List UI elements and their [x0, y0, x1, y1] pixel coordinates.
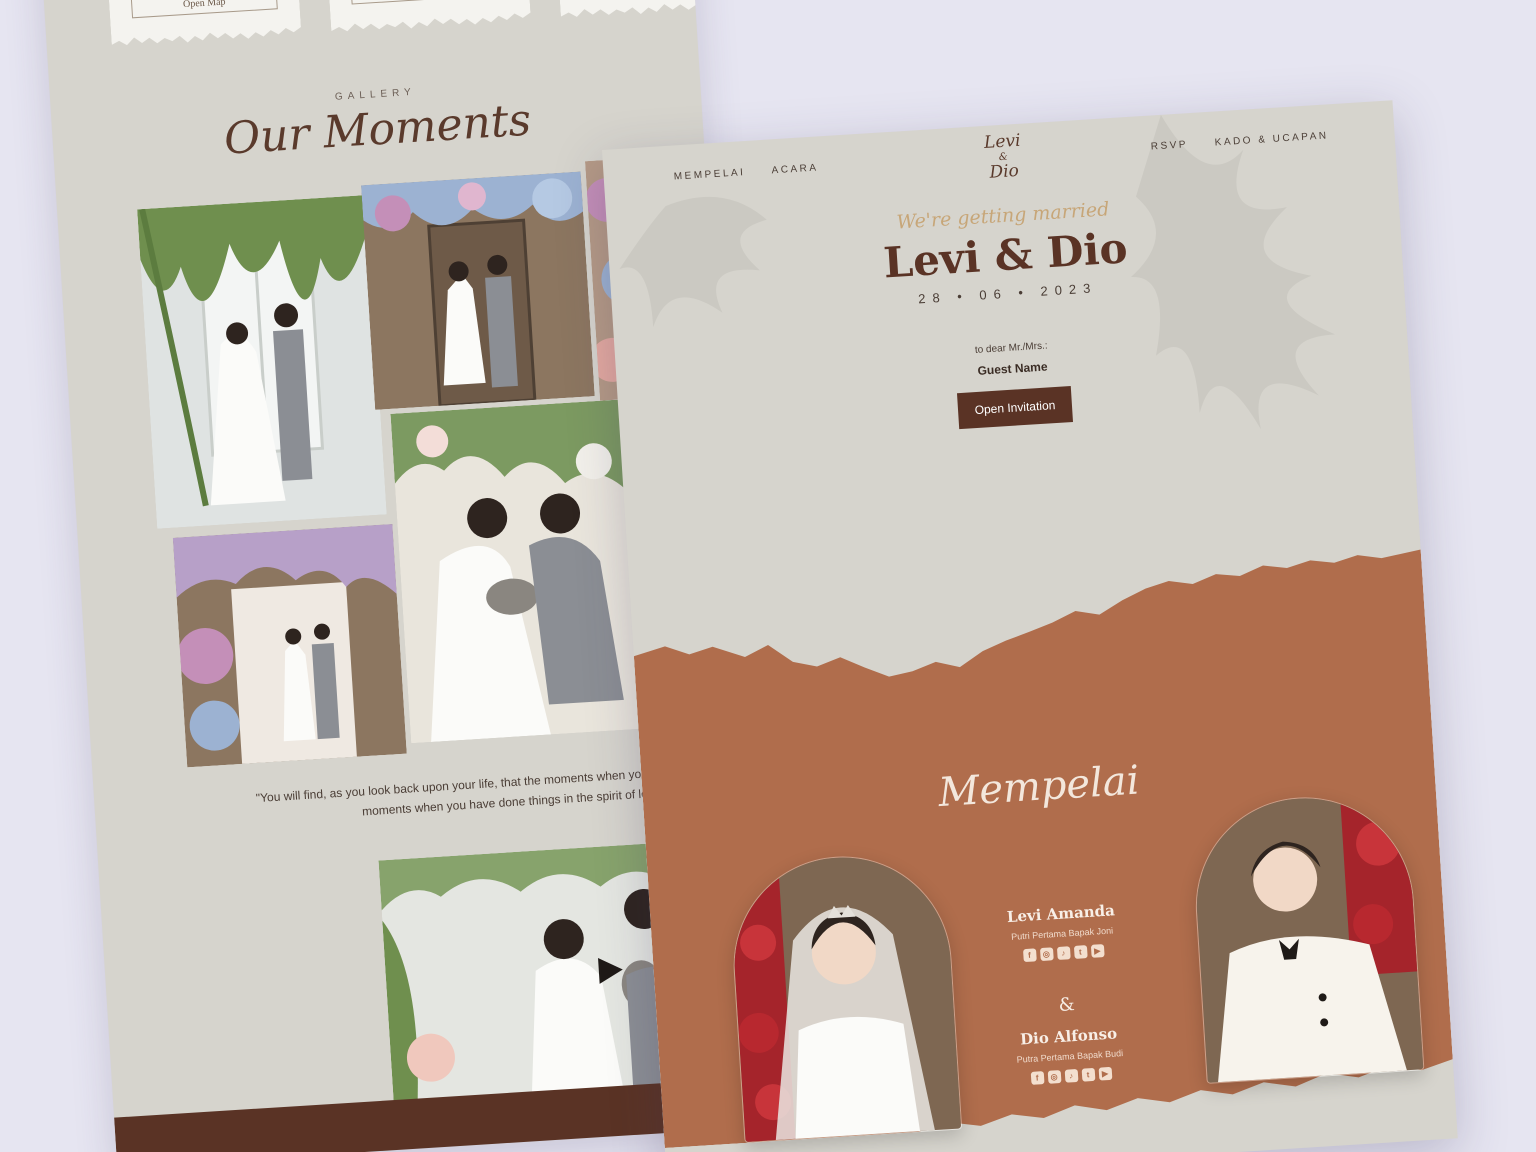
gallery-photo[interactable]	[390, 399, 641, 744]
youtube-icon[interactable]: ▶	[1098, 1066, 1112, 1081]
youtube-icon[interactable]: ▶	[1090, 944, 1105, 958]
gallery-photo[interactable]	[137, 194, 387, 529]
twitter-icon[interactable]: t	[1081, 1067, 1095, 1082]
facebook-icon[interactable]: f	[1030, 1071, 1045, 1085]
play-icon	[598, 957, 623, 984]
nav-link-rsvp[interactable]: RSVP	[1151, 139, 1189, 152]
logo[interactable]: Levi & Dio	[974, 131, 1033, 183]
facebook-icon[interactable]: f	[1022, 948, 1037, 963]
design-mockup: Open Map GALLERY Our Moments "You will f…	[0, 0, 1536, 1152]
gallery-photo[interactable]	[172, 524, 407, 768]
event-card	[324, 0, 531, 42]
play-button[interactable]	[591, 951, 629, 989]
gallery-photo[interactable]	[361, 171, 595, 410]
front-page-invitation: MEMPELAI ACARA Levi & Dio RSVP KADO & UC…	[602, 100, 1458, 1152]
open-map-button[interactable]	[350, 0, 507, 5]
photo-couple-window	[137, 194, 387, 529]
twitter-icon[interactable]: t	[1073, 945, 1088, 959]
open-map-button[interactable]: Open Map	[131, 0, 278, 18]
photo-couple-door	[361, 171, 595, 410]
event-card: Open Map	[105, 0, 302, 56]
instagram-icon[interactable]: ◎	[1039, 947, 1054, 962]
open-invitation-button[interactable]: Open Invitation	[956, 386, 1074, 430]
tiktok-icon[interactable]: ♪	[1064, 1068, 1078, 1083]
instagram-icon[interactable]: ◎	[1047, 1070, 1061, 1084]
event-card	[554, 0, 761, 27]
photo-couple-cat	[390, 399, 641, 744]
tiktok-icon[interactable]: ♪	[1056, 946, 1071, 961]
photo-couple-arch	[172, 524, 407, 768]
